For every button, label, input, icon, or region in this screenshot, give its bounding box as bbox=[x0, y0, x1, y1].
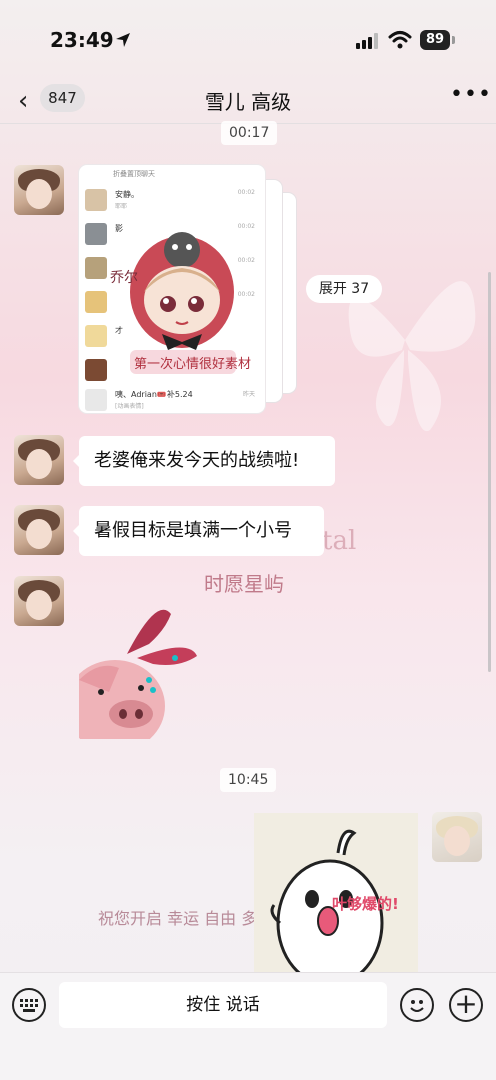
contact-avatar[interactable] bbox=[14, 576, 64, 626]
background-partial-text: tal bbox=[322, 526, 357, 556]
timestamp: 00:17 bbox=[221, 121, 278, 145]
anime-girl-sticker: 乔尔 第一次心情很好素材 bbox=[110, 232, 251, 374]
pig-sticker[interactable] bbox=[79, 596, 199, 739]
chat-title: 雪儿 高级 bbox=[204, 90, 292, 114]
wifi-icon bbox=[388, 31, 412, 49]
contact-avatar[interactable] bbox=[14, 435, 64, 485]
contact-avatar[interactable] bbox=[14, 165, 64, 215]
scrollbar[interactable] bbox=[488, 272, 491, 672]
contact-avatar[interactable] bbox=[14, 505, 64, 555]
list-item: 安静。 耶耶 00:02 bbox=[85, 185, 261, 215]
location-arrow-icon bbox=[116, 33, 130, 47]
butterfly-background-decoration bbox=[348, 281, 476, 432]
status-bar: 23:49 89 bbox=[0, 0, 496, 80]
card-header: 折叠置顶聊天 bbox=[113, 170, 155, 178]
battery-tip bbox=[452, 36, 455, 44]
battery-indicator: 89 bbox=[420, 30, 450, 50]
hold-to-talk-button[interactable]: 按住 说话 bbox=[59, 982, 387, 1028]
cellular-signal-icon bbox=[356, 33, 378, 49]
status-time: 23:49 bbox=[50, 28, 114, 52]
message-bubble[interactable]: 暑假目标是填满一个小号 bbox=[73, 506, 324, 556]
more-options-icon[interactable]: ••• bbox=[450, 82, 492, 107]
list-item: 咦、Adrian🎟️补5.24 [动画表情] 昨天 bbox=[85, 385, 261, 413]
my-avatar[interactable] bbox=[432, 812, 482, 862]
smiley-icon bbox=[410, 1000, 424, 1012]
background-wish-text: 时愿星屿 bbox=[204, 572, 284, 596]
keyboard-toggle-icon[interactable] bbox=[12, 988, 46, 1022]
cute-blob-sticker[interactable]: 叶够爆的! bbox=[254, 813, 418, 973]
svg-text:乔尔: 乔尔 bbox=[110, 270, 138, 286]
input-bar: 按住 说话 + bbox=[0, 972, 496, 1080]
svg-text:叶够爆的!: 叶够爆的! bbox=[332, 895, 399, 913]
timestamp: 10:45 bbox=[220, 768, 277, 792]
svg-text:第一次心情很好素材: 第一次心情很好素材 bbox=[134, 356, 251, 372]
chat-header: ‹ 847 雪儿 高级 ••• bbox=[0, 80, 496, 124]
message-bubble[interactable]: 老婆俺来发今天的战绩啦! bbox=[73, 436, 335, 486]
add-more-icon[interactable]: + bbox=[449, 988, 483, 1022]
expand-button[interactable]: 展开 37 bbox=[306, 275, 382, 303]
keyboard-icon bbox=[20, 999, 38, 1012]
emoji-icon[interactable] bbox=[400, 988, 434, 1022]
cute-blob-sticker-art: 叶够爆的! bbox=[254, 813, 418, 973]
background-blessing-text: 祝您开启 幸运 自由 多 bbox=[98, 909, 258, 928]
